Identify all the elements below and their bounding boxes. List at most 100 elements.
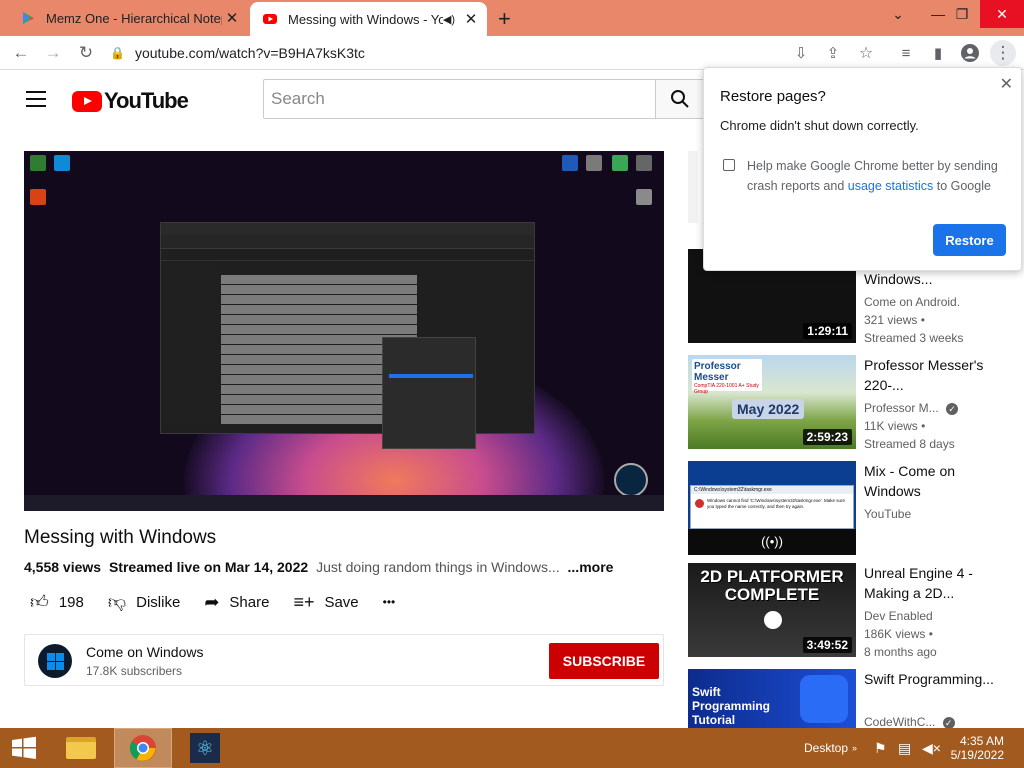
close-tab-icon[interactable]: ✕ <box>222 9 242 27</box>
video-duration: 2:59:23 <box>802 429 852 445</box>
recommendation-channel: Come on Android. <box>864 295 961 309</box>
channel-label: Professor M... <box>864 401 939 415</box>
url-text: youtube.com/watch?v=B9HA7ksK3tc <box>134 45 365 61</box>
recommendation-title[interactable]: Unreal Engine 4 - Making a 2D... <box>864 563 1014 603</box>
recommendation-title[interactable]: Professor Messer's 220-... <box>864 355 1014 395</box>
profile-icon[interactable] <box>957 40 983 66</box>
video-thumbnail[interactable]: 2D PLATFORMER COMPLETE 3:49:52 <box>688 563 856 657</box>
media-control-icon[interactable]: ≡ <box>893 40 919 66</box>
video-player[interactable] <box>24 151 664 511</box>
close-tab-icon[interactable]: ✕ <box>461 10 481 28</box>
more-actions-button[interactable]: ••• <box>383 595 396 609</box>
maximize-button[interactable]: ❐ <box>944 0 980 28</box>
share-button[interactable]: ➦ Share <box>204 592 269 613</box>
thumbnail-error-dialog: C:\Windows\system32\taskmgr.exe Windows … <box>690 485 854 529</box>
flag-icon[interactable]: ⚑ <box>874 728 887 768</box>
file-explorer-icon[interactable] <box>58 728 104 768</box>
share-arrow-icon: ➦ <box>204 591 220 612</box>
bookmark-star-icon[interactable]: ☆ <box>853 40 879 66</box>
dislike-label: Dislike <box>136 593 181 611</box>
tab-messing-with-windows[interactable]: Messing with Windows - You ◀) ✕ <box>250 2 487 36</box>
hamburger-menu-icon[interactable] <box>26 91 46 112</box>
share-icon[interactable]: ⇪ <box>820 40 846 66</box>
context-menu-preview <box>382 337 476 449</box>
save-button[interactable]: ≡+ Save <box>293 592 358 613</box>
recommendation-title[interactable]: Mix - Come on Windows <box>864 461 1014 501</box>
youtube-logo[interactable]: YouTube <box>72 88 189 114</box>
chrome-menu-icon[interactable]: ⋮ <box>990 40 1016 66</box>
desktop-toolbar-label[interactable]: Desktop <box>804 728 848 768</box>
react-app-icon[interactable]: ⚛ <box>182 728 228 768</box>
speaker-icon[interactable]: ◀) <box>443 13 455 26</box>
video-thumbnail[interactable]: C:\Windows\system32\taskmgr.exe Windows … <box>688 461 856 555</box>
tab-memz-one[interactable]: Memz One - Hierarchical Notepa ✕ <box>8 0 248 36</box>
crash-report-checkbox[interactable] <box>723 159 735 171</box>
back-icon[interactable]: ← <box>8 40 34 66</box>
search-input[interactable]: Search <box>263 79 656 119</box>
thumbnail-dialog-title: C:\Windows\system32\taskmgr.exe <box>691 486 853 494</box>
address-bar[interactable]: 🔒 youtube.com/watch?v=B9HA7ksK3tc <box>110 39 890 67</box>
video-thumbnail[interactable]: Swift Programming Tutorial <box>688 669 856 728</box>
recommendation-card[interactable]: Swift Programming Tutorial Swift Program… <box>688 669 1024 728</box>
channel-avatar[interactable] <box>38 644 72 678</box>
swift-logo <box>800 675 848 723</box>
search-icon <box>671 90 689 108</box>
close-window-button[interactable]: ✕ <box>980 0 1024 28</box>
recommendation-card[interactable]: C:\Windows\system32\taskmgr.exe Windows … <box>688 461 1024 555</box>
thumbnail-course: CompTIA 220-1001 A+ Study Group <box>694 383 759 395</box>
thumbnail-brand-box: Professor Messer CompTIA 220-1001 A+ Stu… <box>692 359 762 395</box>
lock-icon: 🔒 <box>110 46 125 60</box>
video-thumbnail[interactable]: Professor Messer CompTIA 220-1001 A+ Stu… <box>688 355 856 449</box>
like-button[interactable]: 👍︎ 198 <box>30 591 84 613</box>
recommendation-card[interactable]: 2D PLATFORMER COMPLETE 3:49:52 Unreal En… <box>688 563 1024 659</box>
subscribe-button[interactable]: SUBSCRIBE <box>549 643 659 679</box>
recommendation-card[interactable]: Professor Messer CompTIA 220-1001 A+ Stu… <box>688 355 1024 451</box>
unreal-engine-logo <box>764 611 782 629</box>
recommendation-age: 8 months ago <box>864 645 937 659</box>
forward-icon[interactable]: → <box>40 40 66 66</box>
tab-search-icon[interactable]: ⌄ <box>880 0 916 28</box>
thumbnail-text: Swift Programming Tutorial <box>692 685 771 727</box>
reload-icon[interactable]: ↻ <box>73 40 99 66</box>
chrome-icon <box>129 735 156 761</box>
restore-button[interactable]: Restore <box>933 224 1006 256</box>
close-icon[interactable]: ✕ <box>1000 74 1013 94</box>
dislike-button[interactable]: 👎︎ Dislike <box>108 591 180 613</box>
search-button[interactable] <box>655 79 705 119</box>
save-label: Save <box>324 593 359 611</box>
recommendation-title[interactable]: Swift Programming... <box>864 669 1014 689</box>
video-actions: 👍︎ 198 👎︎ Dislike ➦ Share ≡+ Save ••• <box>30 590 419 614</box>
video-duration: 3:49:52 <box>802 637 852 653</box>
recommendation-title[interactable]: Windows... <box>864 269 1014 289</box>
volume-icon[interactable]: ◀× <box>922 728 941 768</box>
crash-report-text: Help make Google Chrome better by sendin… <box>747 156 1009 196</box>
video-taskbar <box>24 495 664 511</box>
verified-icon: ✓ <box>942 717 955 728</box>
new-tab-button[interactable]: + <box>498 6 511 32</box>
clock[interactable]: 4:35 AM 5/19/2022 <box>950 728 1004 768</box>
side-panel-icon[interactable]: ▮ <box>925 40 951 66</box>
thumbs-up-icon: 👍︎ <box>30 592 49 612</box>
usage-statistics-link[interactable]: usage statistics <box>848 179 933 193</box>
desktop-icon <box>30 155 46 171</box>
network-icon[interactable]: ▤ <box>898 728 911 768</box>
youtube-logo-text: YouTube <box>104 88 189 113</box>
tab-label: Messing with Windows - You <box>288 11 443 27</box>
youtube-header: YouTube Search <box>0 71 705 127</box>
edge-icon <box>54 155 70 171</box>
thumbnail-text: 2D PLATFORMER COMPLETE <box>700 567 844 604</box>
stream-date: Streamed live on Mar 14, 2022 <box>108 559 309 575</box>
windows-taskbar: ⚛ Desktop » ⚑ ▤ ◀× 4:35 AM 5/19/2022 <box>0 728 1024 768</box>
dialog-message: Chrome didn't shut down correctly. <box>720 118 919 133</box>
channel-label: CodeWithC... <box>864 715 936 728</box>
recommendation-channel: CodeWithC... ✓ <box>864 713 955 728</box>
show-more-link[interactable]: ...more <box>568 559 614 575</box>
channel-name[interactable]: Come on Windows <box>86 644 204 660</box>
video-description: Just doing random things in Windows... <box>316 559 560 575</box>
start-button[interactable] <box>0 728 48 768</box>
thumbnail-error-text: Windows cannot find 'C:\Windows\system32… <box>707 498 846 509</box>
show-hidden-icons[interactable]: » <box>852 728 857 768</box>
install-app-icon[interactable]: ⇩ <box>788 40 814 66</box>
channel-row: Come on Windows 17.8K subscribers SUBSCR… <box>24 634 664 686</box>
chrome-taskbar-icon[interactable] <box>114 728 172 768</box>
